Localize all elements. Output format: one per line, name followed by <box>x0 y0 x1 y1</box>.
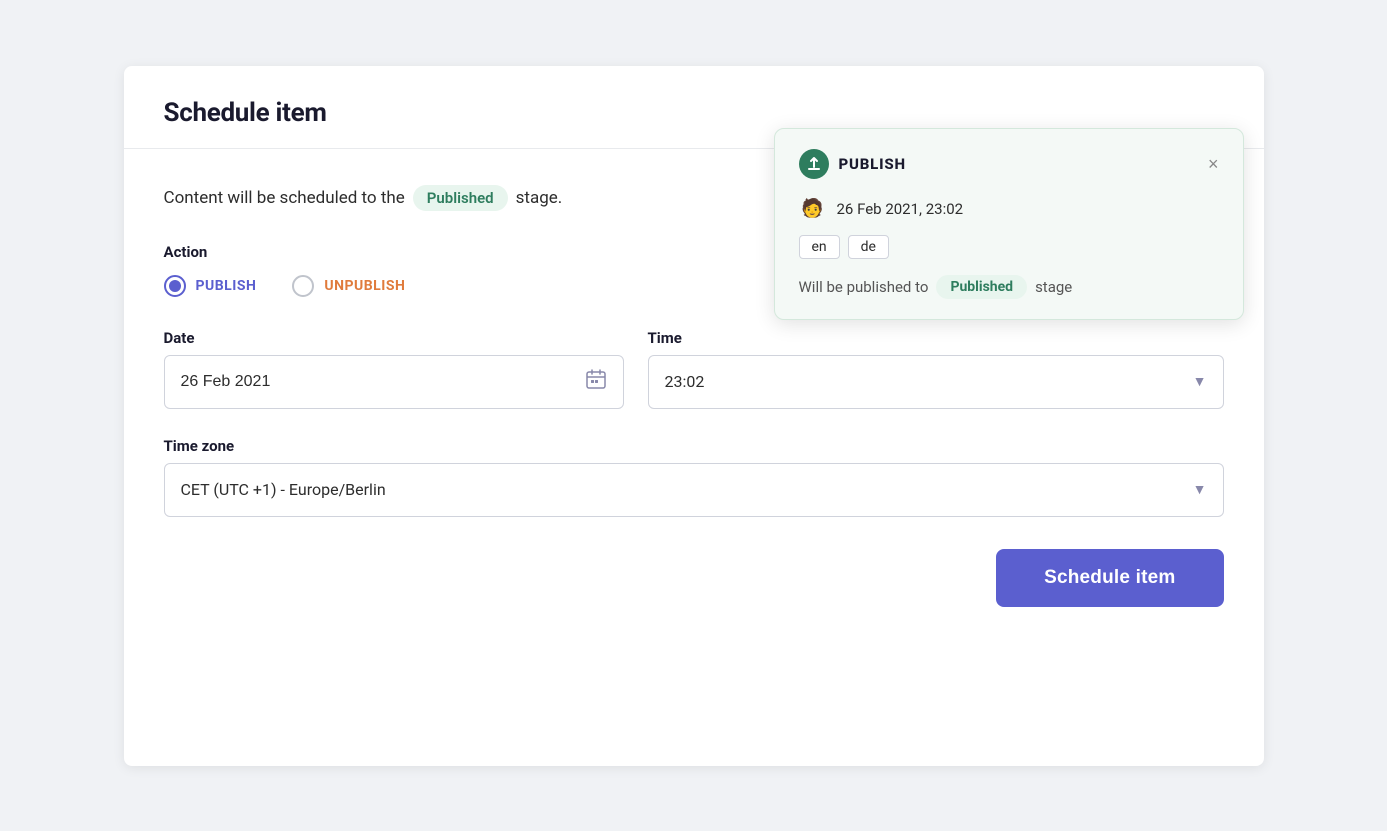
tooltip-header: PUBLISH × <box>799 149 1219 179</box>
radio-publish-inner <box>169 280 181 292</box>
tooltip-close-button[interactable]: × <box>1208 155 1219 173</box>
tooltip-meta: 🧑 26 Feb 2021, 23:02 <box>799 195 1219 223</box>
timezone-label: Time zone <box>164 437 1224 455</box>
date-time-row: Date <box>164 329 1224 409</box>
radio-unpublish-label: UNPUBLISH <box>324 278 405 294</box>
schedule-item-button[interactable]: Schedule item <box>996 549 1223 607</box>
content-stage-text-after: stage. <box>516 188 563 208</box>
date-input[interactable] <box>181 373 585 391</box>
timezone-select[interactable]: CET (UTC +1) - Europe/Berlin ▼ <box>164 463 1224 517</box>
tooltip-stage-text-before: Will be published to <box>799 278 929 296</box>
timezone-row: Time zone CET (UTC +1) - Europe/Berlin ▼ <box>164 437 1224 517</box>
avatar: 🧑 <box>799 195 827 223</box>
timezone-field-group: Time zone CET (UTC +1) - Europe/Berlin ▼ <box>164 437 1224 517</box>
lang-tags: en de <box>799 235 1219 259</box>
button-row: Schedule item <box>164 549 1224 607</box>
chevron-down-icon-tz: ▼ <box>1193 481 1207 498</box>
tooltip-stage-text-after: stage <box>1035 278 1072 296</box>
date-field-group: Date <box>164 329 624 409</box>
radio-publish[interactable]: PUBLISH <box>164 275 257 297</box>
radio-unpublish[interactable]: UNPUBLISH <box>292 275 405 297</box>
time-select[interactable]: 23:02 ▼ <box>648 355 1224 409</box>
modal-card: Schedule item Content will be scheduled … <box>124 66 1264 766</box>
modal-title: Schedule item <box>164 98 1224 128</box>
date-label: Date <box>164 329 624 347</box>
timezone-value: CET (UTC +1) - Europe/Berlin <box>181 480 386 499</box>
chevron-down-icon: ▼ <box>1193 373 1207 390</box>
tooltip-stage-badge: Published <box>936 275 1027 299</box>
radio-publish-button[interactable] <box>164 275 186 297</box>
lang-tag-en: en <box>799 235 840 259</box>
tooltip-title-row: PUBLISH <box>799 149 906 179</box>
tooltip-title: PUBLISH <box>839 155 906 173</box>
time-field-group: Time 23:02 ▼ <box>648 329 1224 409</box>
time-label: Time <box>648 329 1224 347</box>
content-stage-text-before: Content will be scheduled to the <box>164 188 405 208</box>
publish-icon <box>799 149 829 179</box>
page-wrapper: Schedule item Content will be scheduled … <box>0 0 1387 831</box>
lang-tag-de: de <box>848 235 889 259</box>
avatar-emoji: 🧑 <box>801 198 823 219</box>
publish-tooltip: PUBLISH × 🧑 26 Feb 2021, 23:02 en de Wil… <box>774 128 1244 320</box>
radio-unpublish-button[interactable] <box>292 275 314 297</box>
calendar-icon <box>585 368 607 395</box>
radio-publish-label: PUBLISH <box>196 278 257 294</box>
date-input-box[interactable] <box>164 355 624 409</box>
tooltip-stage-row: Will be published to Published stage <box>799 275 1219 299</box>
time-value: 23:02 <box>665 372 705 391</box>
tooltip-date: 26 Feb 2021, 23:02 <box>837 200 964 218</box>
stage-badge: Published <box>413 185 508 211</box>
